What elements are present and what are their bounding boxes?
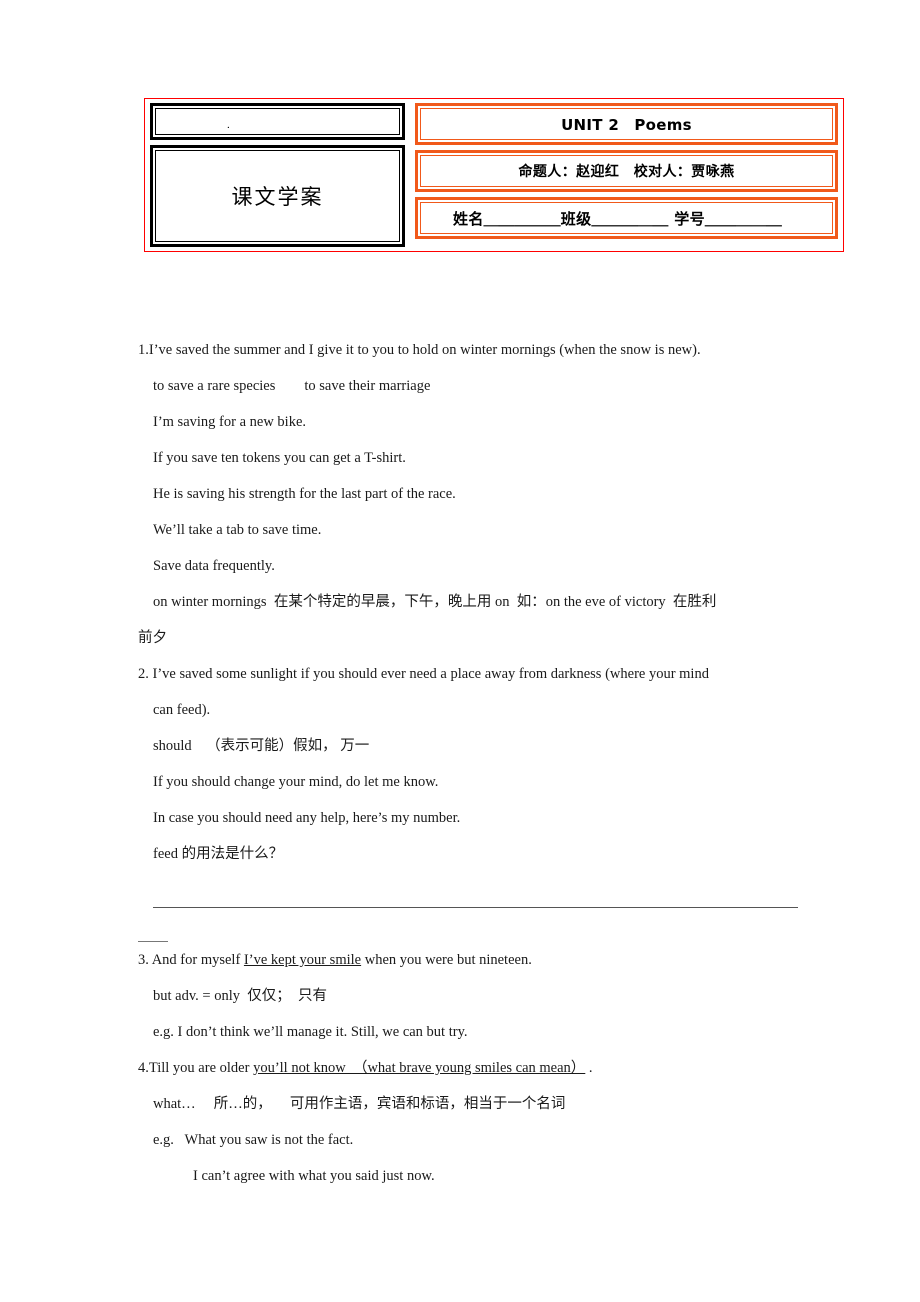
item3-underlined-phrase: I’ve kept your smile: [243, 952, 362, 968]
item4-suffix: .: [585, 1060, 593, 1076]
student-fields-line: 姓名＿＿＿＿＿班级＿＿＿＿＿ 学号＿＿＿＿＿: [452, 209, 783, 228]
item1-example-2: If you save ten tokens you can get a T-s…: [153, 450, 406, 466]
item2-sentence-line-2: can feed).: [153, 702, 211, 718]
item1-note-line-2: 前夕: [138, 630, 167, 646]
item1-example-4: We’ll take a tab to save time.: [153, 522, 322, 538]
answer-blank-row-2: [138, 908, 798, 942]
item4-example-2: I can’t agree with what you said just no…: [193, 1168, 435, 1184]
worksheet-title: 课文学案: [231, 185, 324, 209]
item3-note: but adv. = only 仅仅； 只有: [153, 988, 327, 1004]
item4-example-1: e.g. What you saw is not the fact.: [153, 1132, 354, 1148]
unit-title-box: UNIT 2 Poems: [415, 103, 838, 145]
answer-blank-row-1: [138, 872, 798, 908]
item2-question: feed 的用法是什么？: [153, 846, 284, 862]
item3-example: e.g. I don’t think we’ll manage it. Stil…: [153, 1024, 468, 1040]
item2-should-note: should （表示可能）假如， 万一: [153, 738, 370, 754]
authors-box: 命题人：赵迎红 校对人：贾咏燕: [415, 150, 838, 192]
item2-example-1: In case you should need any help, here’s…: [153, 810, 461, 826]
worksheet-body: 1.I’ve saved the summer and I give it to…: [138, 332, 798, 1194]
student-fields-box: 姓名＿＿＿＿＿班级＿＿＿＿＿ 学号＿＿＿＿＿: [415, 197, 838, 239]
header-left-top-mark: .: [227, 119, 230, 131]
answer-blank-long[interactable]: [153, 907, 798, 908]
header-left-column: . 课文学案: [150, 103, 405, 247]
item4-underlined-phrase: you’ll not know （what brave young smiles…: [253, 1060, 586, 1076]
item1-sentence: 1.I’ve saved the summer and I give it to…: [138, 342, 701, 358]
item1-example-0: to save a rare species to save their mar…: [153, 378, 431, 394]
item3-sentence: 3. And for myself I’ve kept your smile w…: [138, 942, 798, 978]
header-right-column: UNIT 2 Poems 命题人：赵迎红 校对人：贾咏燕 姓名＿＿＿＿＿班级＿＿…: [415, 103, 838, 247]
unit-title: UNIT 2 Poems: [561, 115, 692, 134]
item4-note: what… 所…的， 可用作主语，宾语和标语，相当于一个名词: [153, 1096, 566, 1112]
item4-prefix: 4.Till you are older: [138, 1060, 254, 1076]
item1-example-3: He is saving his strength for the last p…: [153, 486, 456, 502]
item2-example-0: If you should change your mind, do let m…: [153, 774, 439, 790]
item4-sentence: 4.Till you are older you’ll not know （wh…: [138, 1050, 798, 1086]
header-left-title-box: 课文学案: [150, 145, 405, 247]
header-left-top-box: .: [150, 103, 405, 140]
document-page: . 课文学案 UNIT 2 Poems 命题人：赵迎红 校对人：贾咏燕 姓名＿＿…: [0, 0, 920, 1302]
item3-prefix: 3. And for myself: [138, 952, 244, 968]
item1-example-5: Save data frequently.: [153, 558, 275, 574]
item1-note-line-1: on winter mornings 在某个特定的早晨，下午，晚上用 on 如：…: [153, 594, 717, 610]
header-banner: . 课文学案 UNIT 2 Poems 命题人：赵迎红 校对人：贾咏燕 姓名＿＿…: [144, 98, 844, 252]
authors-line: 命题人：赵迎红 校对人：贾咏燕: [518, 164, 735, 180]
item3-suffix: when you were but nineteen.: [361, 952, 532, 968]
item1-example-1: I’m saving for a new bike.: [153, 414, 307, 430]
item2-sentence-line-1: 2. I’ve saved some sunlight if you shoul…: [138, 666, 709, 682]
